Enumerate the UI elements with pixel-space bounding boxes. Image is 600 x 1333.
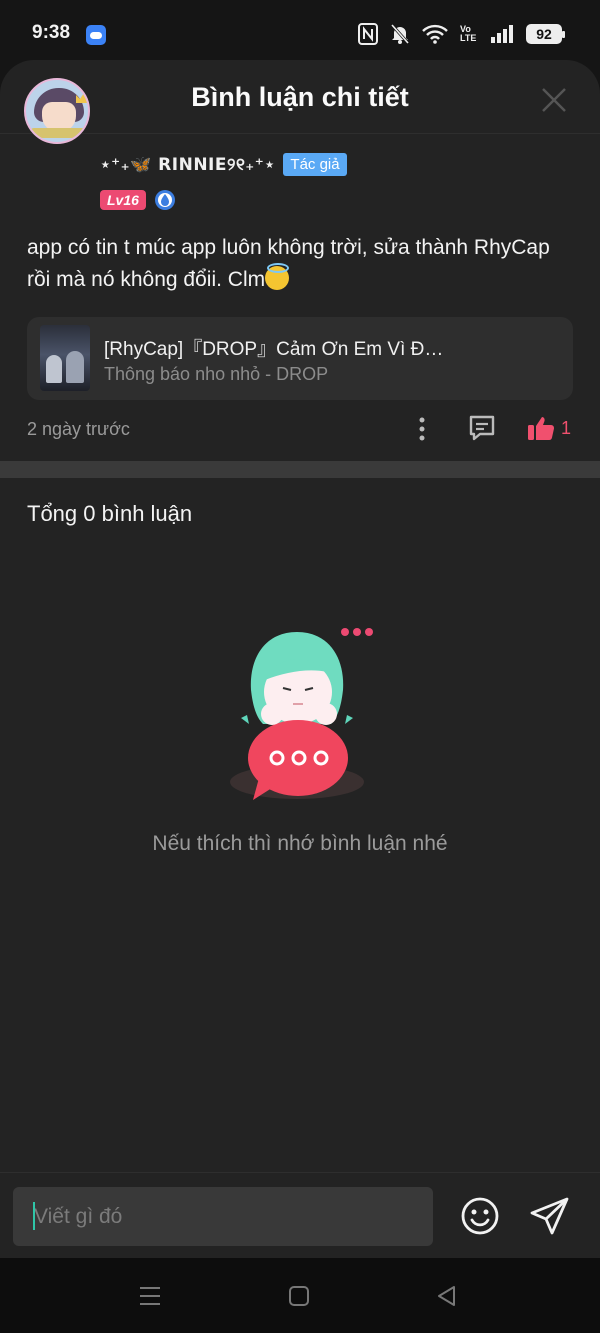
like-count: 1 [561,417,572,438]
section-divider [0,461,600,478]
smiling-halo-emoji-icon [265,263,290,290]
volte-label: Vo LTE [460,24,477,43]
song-title: [RhyCap]『DROP』Cảm Ơn Em Vì Đ… [104,339,444,360]
system-nav-bar [0,1258,600,1333]
home-icon[interactable] [287,1284,311,1308]
post-body: app có tin t múc app luôn không trời, sử… [27,236,550,291]
empty-comments-illustration [230,628,373,800]
mute-bell-icon [390,24,410,44]
sheet-header: Bình luận chi tiết [0,60,600,134]
song-thumbnail [40,325,90,391]
close-icon[interactable] [540,86,568,114]
author-badge: Tác giả [283,153,347,176]
status-bar: 9:38 Vo LTE 92 [0,0,600,62]
post-text: app có tin t múc app luôn không trời, sử… [27,232,567,296]
weather-app-icon [86,25,106,45]
comment-input[interactable] [13,1187,433,1246]
status-time: 9:38 [32,22,71,43]
status-icons: Vo LTE 92 [358,22,565,46]
song-subtitle: Thông báo nho nhỏ - DROP [104,364,329,384]
reply-comment-icon[interactable] [467,413,497,443]
page-title: Bình luận chi tiết [191,82,409,112]
thumbs-up-icon [528,417,555,441]
like-button[interactable]: 1 [527,413,571,443]
signal-icon [491,25,513,43]
author-name[interactable]: ⋆⁺₊🦋 RINNIE୨୧₊⁺⋆ [100,155,275,175]
text-caret [33,1202,35,1230]
comment-count-label: Tổng 0 bình luận [27,501,193,526]
comment-detail-sheet: Bình luận chi tiết ⋆⁺₊🦋 RINNIE୨୧₊⁺⋆ Tác … [0,60,600,1258]
post-timestamp: 2 ngày trước [27,419,130,439]
author-meta: Lv16 [100,189,176,211]
more-options-icon[interactable] [413,415,431,443]
level-badge: Lv16 [100,190,146,210]
wifi-icon [422,24,448,44]
send-icon[interactable] [529,1195,571,1237]
recent-apps-icon[interactable] [138,1284,162,1308]
comment-input-bar [0,1172,600,1258]
emoji-icon[interactable] [460,1196,500,1236]
avatar[interactable] [24,78,90,144]
author-row: ⋆⁺₊🦋 RINNIE୨୧₊⁺⋆ Tác giả [100,153,347,176]
back-icon[interactable] [435,1284,459,1308]
battery-indicator: 92 [526,24,565,44]
rank-drop-icon [154,190,175,210]
empty-comments-message: Nếu thích thì nhớ bình luận nhé [152,832,448,855]
linked-song-card[interactable]: [RhyCap]『DROP』Cảm Ơn Em Vì Đ… Thông báo … [27,317,573,400]
nfc-icon [358,23,378,45]
